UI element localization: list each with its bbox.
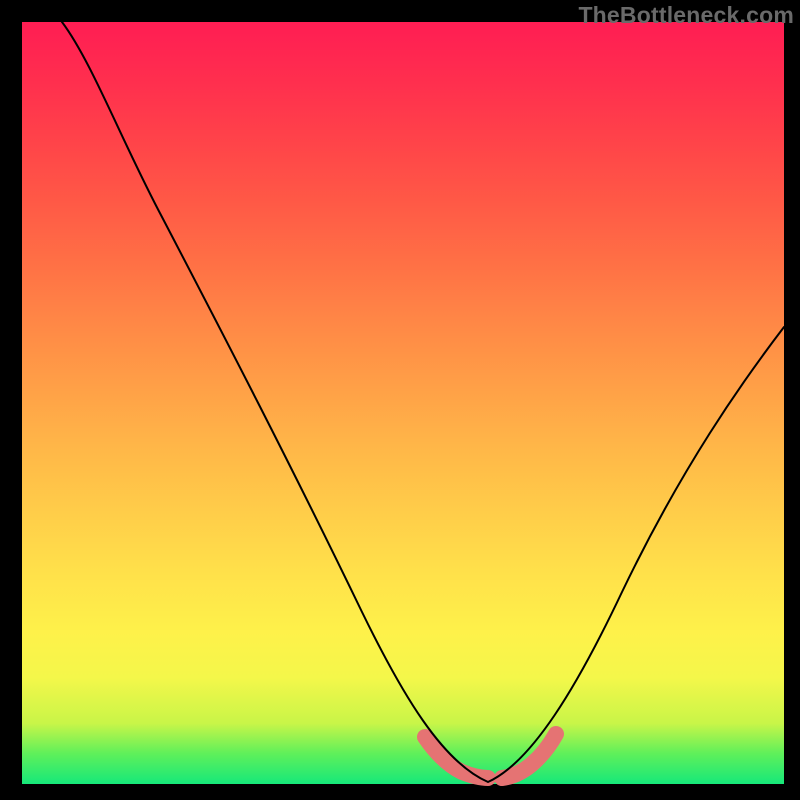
curve-layer — [22, 22, 784, 784]
watermark-label: TheBottleneck.com — [578, 2, 794, 29]
plot-area — [22, 22, 784, 784]
bottleneck-curve — [62, 22, 784, 782]
chart-frame: TheBottleneck.com — [0, 0, 800, 800]
optimal-zone-highlight — [425, 737, 488, 778]
optimal-zone-highlight-right — [502, 734, 556, 778]
